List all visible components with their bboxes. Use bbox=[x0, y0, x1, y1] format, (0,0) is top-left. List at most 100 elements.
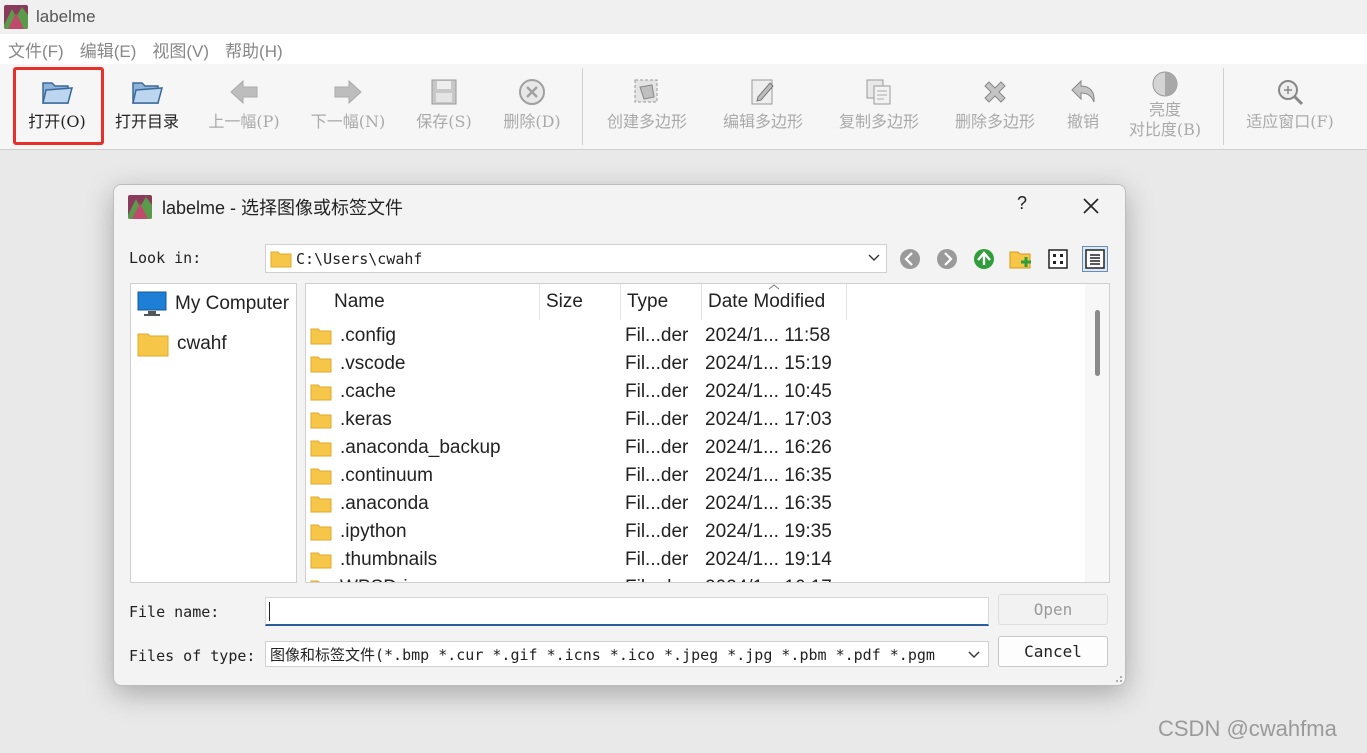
file-rows: .config Fil...der 2024/1... 11:58 .vscode Fi… bbox=[306, 322, 1086, 582]
forward-arrow-icon bbox=[937, 249, 957, 269]
save-button[interactable]: 保存(S) bbox=[400, 64, 488, 149]
row-date: 2024/1... 16:35 bbox=[705, 493, 832, 514]
table-row[interactable]: .continuum Fil...der 2024/1... 16:35 bbox=[306, 462, 1086, 490]
create-polygon-button[interactable]: 创建多边形 bbox=[589, 64, 705, 149]
detail-view-button[interactable] bbox=[1082, 246, 1108, 272]
delete-file-button[interactable]: 删除(D) bbox=[488, 64, 576, 149]
brightness-label-line2: 对比度(B) bbox=[1128, 120, 1202, 139]
row-name: .cache bbox=[340, 381, 396, 402]
row-type: Fil...der bbox=[625, 353, 689, 374]
table-row[interactable]: .ipython Fil...der 2024/1... 19:35 bbox=[306, 518, 1086, 546]
folder-icon bbox=[310, 412, 332, 429]
prev-image-button[interactable]: 上一幅(P) bbox=[192, 64, 296, 149]
create-polygon-label: 创建多边形 bbox=[606, 112, 687, 131]
labelme-logo-icon bbox=[4, 5, 28, 29]
copy-polygon-button[interactable]: 复制多边形 bbox=[821, 64, 937, 149]
list-view-button[interactable] bbox=[1045, 246, 1071, 272]
folder-icon bbox=[270, 251, 292, 267]
row-type: Fil...der bbox=[625, 493, 689, 514]
sidebar-item-my-computer[interactable]: My Computer bbox=[131, 284, 296, 324]
close-icon[interactable] bbox=[1076, 191, 1106, 221]
cancel-button[interactable]: Cancel bbox=[998, 636, 1108, 667]
row-name-cell: .continuum bbox=[306, 465, 622, 487]
file-name-label: File name: bbox=[129, 603, 220, 621]
menu-edit[interactable]: 编辑(E) bbox=[72, 37, 145, 62]
row-date: 2024/1... 19:35 bbox=[705, 521, 832, 542]
row-type: Fil...der bbox=[625, 409, 689, 430]
row-name-cell: .anaconda bbox=[306, 493, 622, 515]
table-row[interactable]: .keras Fil...der 2024/1... 17:03 bbox=[306, 406, 1086, 434]
next-image-button[interactable]: 下一幅(N) bbox=[296, 64, 400, 149]
window-title: labelme bbox=[36, 7, 96, 26]
row-date: 2024/1... 16:17 bbox=[705, 577, 832, 582]
toolbar-separator bbox=[1223, 68, 1224, 145]
sidebar-item-cwahf[interactable]: cwahf bbox=[131, 324, 296, 364]
row-date: 2024/1... 15:19 bbox=[705, 353, 832, 374]
menu-view[interactable]: 视图(V) bbox=[144, 37, 217, 62]
save-disk-icon bbox=[426, 74, 462, 110]
row-name: .vscode bbox=[340, 353, 406, 374]
file-type-value: 图像和标签文件(*.bmp *.cur *.gif *.icns *.ico *… bbox=[270, 645, 935, 664]
menu-bar: 文件(F) 编辑(E) 视图(V) 帮助(H) bbox=[0, 34, 1367, 64]
table-row[interactable]: WPSDrive Fil...der 2024/1... 16:17 bbox=[306, 574, 1086, 582]
row-type: Fil...der bbox=[625, 577, 688, 582]
open-dialog-button[interactable]: Open bbox=[998, 594, 1108, 625]
forward-button[interactable] bbox=[935, 247, 959, 271]
delete-polygon-label: 删除多边形 bbox=[954, 112, 1035, 131]
row-type: Fil...der bbox=[625, 437, 689, 458]
row-date: 2024/1... 19:14 bbox=[705, 549, 832, 570]
row-name-cell: .ipython bbox=[306, 521, 622, 543]
scrollbar-thumb[interactable] bbox=[1095, 310, 1100, 376]
column-header-size[interactable]: Size bbox=[540, 284, 621, 320]
table-row[interactable]: .thumbnails Fil...der 2024/1... 19:14 bbox=[306, 546, 1086, 574]
back-arrow-icon bbox=[900, 249, 920, 269]
open-dir-icon bbox=[129, 74, 165, 110]
table-row[interactable]: .anaconda Fil...der 2024/1... 16:35 bbox=[306, 490, 1086, 518]
table-row[interactable]: .config Fil...der 2024/1... 11:58 bbox=[306, 322, 1086, 350]
row-name-cell: .cache bbox=[306, 381, 622, 403]
table-row[interactable]: .anaconda_backup Fil...der 2024/1... 16:26 bbox=[306, 434, 1086, 462]
delete-polygon-button[interactable]: 删除多边形 bbox=[937, 64, 1053, 149]
file-name-input[interactable] bbox=[265, 597, 989, 626]
look-in-label: Look in: bbox=[129, 249, 202, 267]
vertical-scrollbar[interactable] bbox=[1085, 284, 1109, 582]
back-button[interactable] bbox=[898, 247, 922, 271]
prev-image-label: 上一幅(P) bbox=[208, 112, 280, 131]
row-name: .config bbox=[340, 325, 396, 346]
row-name: .anaconda bbox=[340, 493, 429, 514]
row-name: .keras bbox=[340, 409, 392, 430]
parent-directory-button[interactable] bbox=[972, 247, 996, 271]
row-date: 2024/1... 10:45 bbox=[705, 381, 832, 402]
sort-indicator-icon bbox=[768, 284, 780, 290]
help-button[interactable]: ? bbox=[1012, 193, 1032, 214]
dialog-title-bar: labelme - 选择图像或标签文件 bbox=[124, 193, 403, 221]
look-in-path: C:\Users\cwahf bbox=[296, 249, 423, 268]
column-header-type[interactable]: Type bbox=[621, 284, 702, 320]
row-name-cell: .vscode bbox=[306, 353, 622, 375]
row-name: .ipython bbox=[340, 521, 407, 542]
brightness-contrast-button[interactable]: 亮度 对比度(B) bbox=[1113, 64, 1217, 149]
row-date: 2024/1... 16:35 bbox=[705, 465, 832, 486]
column-header-date[interactable]: Date Modified bbox=[702, 284, 847, 320]
next-image-label: 下一幅(N) bbox=[310, 112, 386, 131]
new-folder-button[interactable] bbox=[1009, 247, 1033, 271]
menu-file[interactable]: 文件(F) bbox=[0, 37, 72, 62]
watermark: CSDN @cwahfma bbox=[1158, 716, 1337, 741]
fit-window-button[interactable]: 适应窗口(F) bbox=[1230, 64, 1350, 149]
undo-button[interactable]: 撤销 bbox=[1053, 64, 1113, 149]
files-of-type-combo[interactable]: 图像和标签文件(*.bmp *.cur *.gif *.icns *.ico *… bbox=[265, 641, 989, 667]
look-in-combo[interactable]: C:\Users\cwahf bbox=[265, 244, 887, 273]
edit-polygon-button[interactable]: 编辑多边形 bbox=[705, 64, 821, 149]
menu-help[interactable]: 帮助(H) bbox=[217, 37, 291, 62]
folder-icon bbox=[310, 440, 332, 457]
row-name: .anaconda_backup bbox=[340, 437, 501, 458]
table-row[interactable]: .cache Fil...der 2024/1... 10:45 bbox=[306, 378, 1086, 406]
file-list: Name Size Type Date Modified .config Fil.… bbox=[305, 283, 1110, 583]
brightness-icon bbox=[1147, 68, 1183, 100]
fit-window-label: 适应窗口(F) bbox=[1246, 112, 1334, 131]
resize-grip-icon[interactable] bbox=[1113, 673, 1123, 683]
column-header-name[interactable]: Name bbox=[306, 284, 540, 320]
grid-view-icon bbox=[1048, 249, 1068, 269]
open-dir-button[interactable]: 打开目录 bbox=[102, 64, 192, 149]
table-row[interactable]: .vscode Fil...der 2024/1... 15:19 bbox=[306, 350, 1086, 378]
